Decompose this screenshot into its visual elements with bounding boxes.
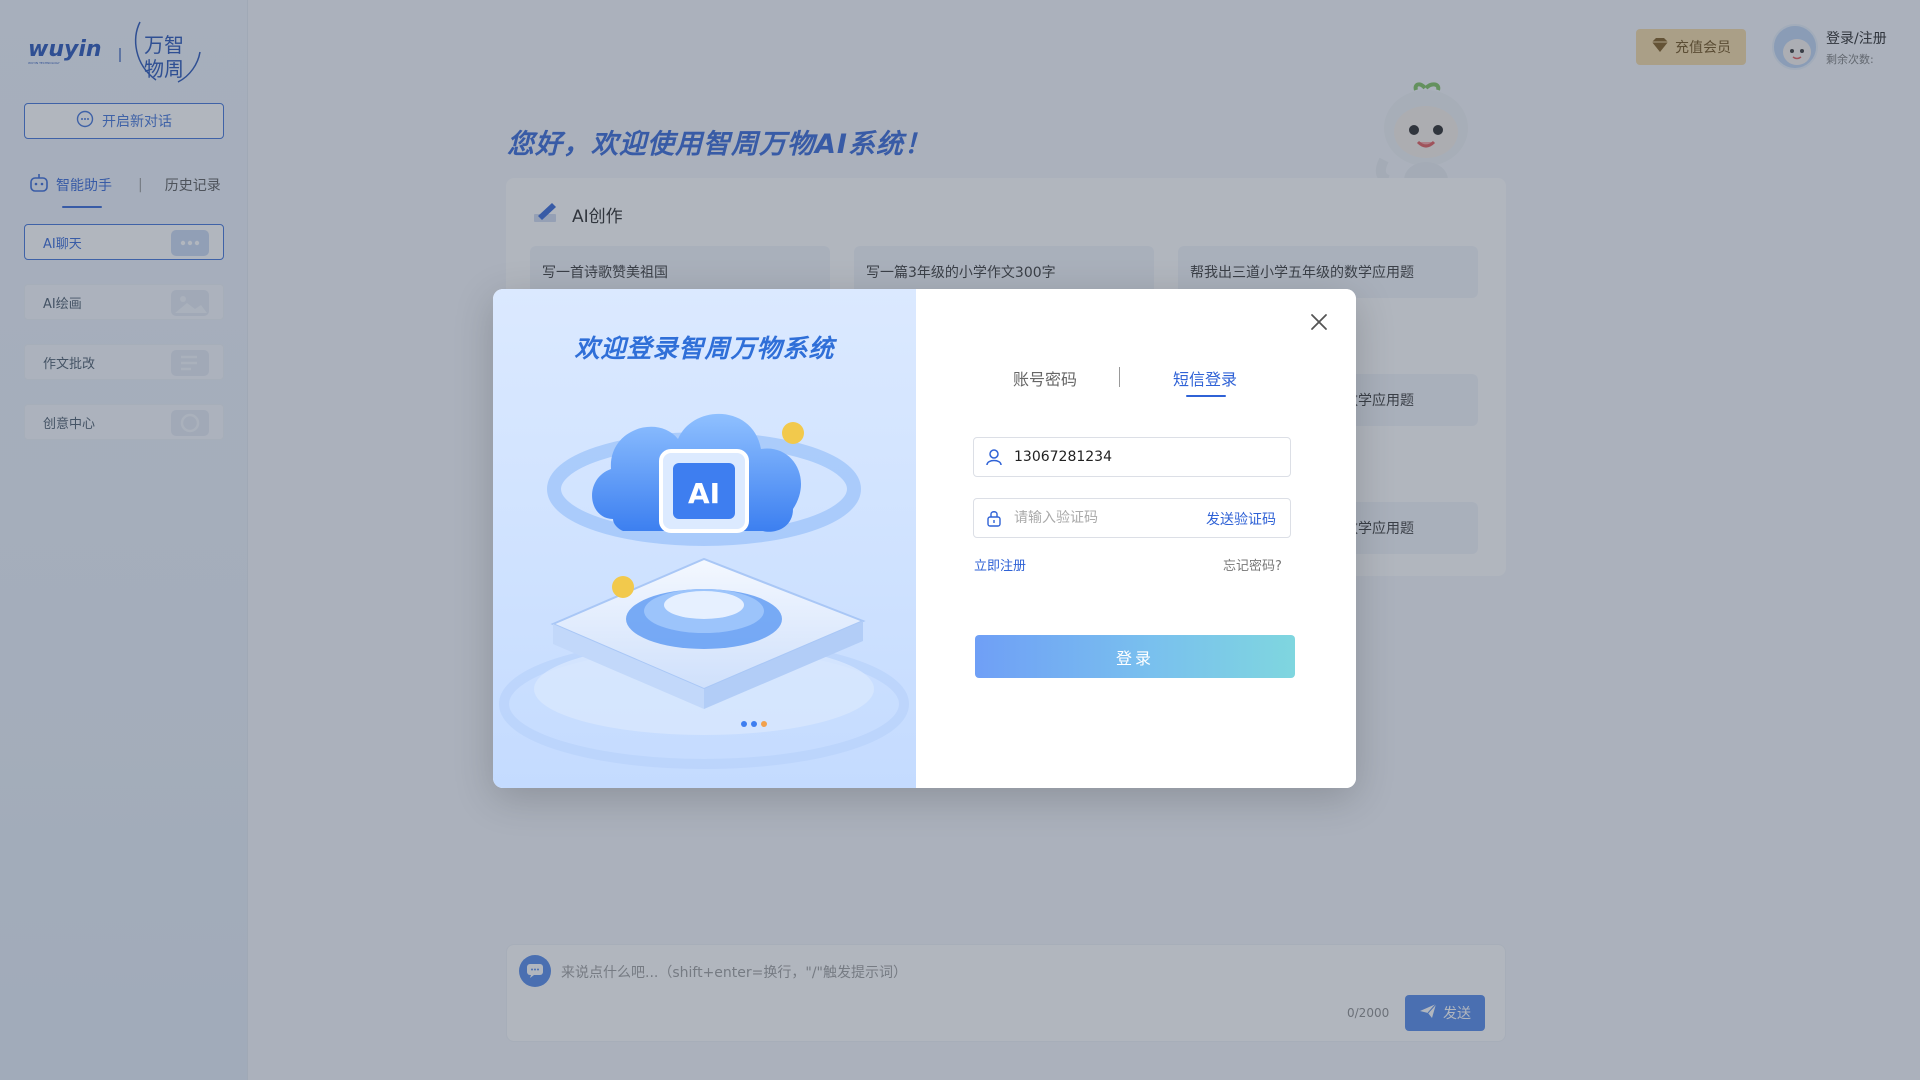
tab-account-password[interactable]: 账号密码 xyxy=(1013,366,1077,390)
register-link[interactable]: 立即注册 xyxy=(974,555,1026,574)
forgot-password-link[interactable]: 忘记密码? xyxy=(1223,555,1282,574)
verification-code-field[interactable]: 发送验证码 xyxy=(973,498,1291,538)
login-form-panel: 账号密码 短信登录 13067281234 发送验证码 立即注册 忘记密码? 登… xyxy=(916,289,1356,788)
login-tabs: 账号密码 短信登录 xyxy=(916,366,1356,402)
active-tab-indicator xyxy=(1186,395,1226,397)
login-button[interactable]: 登录 xyxy=(975,635,1295,678)
modal-illustration-panel: 欢迎登录智周万物系统 AI xyxy=(493,289,916,788)
tab-divider xyxy=(1119,367,1120,387)
ai-cloud-illustration: AI xyxy=(493,359,916,788)
login-modal: 欢迎登录智周万物系统 AI 账号密码 短信登录 13067281234 请输入验… xyxy=(493,289,1356,788)
lock-icon xyxy=(974,499,1014,537)
close-icon xyxy=(1310,313,1328,335)
verification-code-input[interactable] xyxy=(1014,510,1194,526)
user-icon xyxy=(974,438,1014,476)
phone-field[interactable]: 13067281234 xyxy=(973,437,1291,477)
tab-sms-login[interactable]: 短信登录 xyxy=(1173,366,1237,390)
login-button-label: 登录 xyxy=(1115,648,1154,668)
ai-chip-text: AI xyxy=(688,477,720,510)
send-code-button[interactable]: 发送验证码 xyxy=(1206,509,1276,529)
close-button[interactable] xyxy=(1306,311,1332,337)
phone-value[interactable]: 13067281234 xyxy=(1014,449,1112,465)
